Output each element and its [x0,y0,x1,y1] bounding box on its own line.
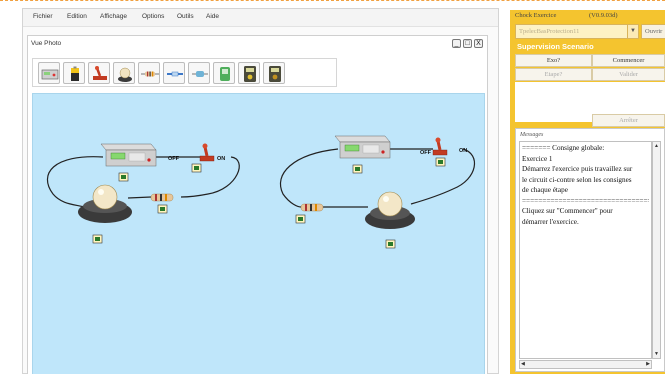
messages-horizontal-scrollbar[interactable]: ◀ ▶ [519,360,652,369]
message-line: ================================ [522,196,649,205]
maximize-button[interactable]: □ [463,39,472,48]
messages-legend: Messages [520,132,544,138]
menu-edition[interactable]: Edition [67,13,87,20]
main-window: Fichier Edition Affichage Options Outils… [22,8,499,374]
component-toolbar [32,58,337,87]
photo-view-panel: Vue Photo _ □ X OFF ON OFF ON [27,35,488,374]
panel-app-title: Chock Exercice [515,12,557,19]
lamp-tool-icon[interactable] [113,62,135,84]
messages-group: Messages ======= Consigne globale: Exerc… [515,128,665,372]
valider-button[interactable]: Valider [592,68,665,81]
panel-version: (V0.9.03d) [589,12,618,19]
photo-view-title: Vue Photo [31,40,62,47]
wire-tool-icon[interactable] [163,62,185,84]
exercise-select[interactable]: TpelecBasProtection11 ▼ [515,24,639,39]
scroll-down-arrow-icon[interactable]: ▼ [653,350,660,358]
top-dashed-border [0,0,665,3]
open-button[interactable]: Ouvrir [641,24,665,39]
minimize-button[interactable]: _ [452,39,461,48]
close-button[interactable]: X [474,39,483,48]
component-tool-icon[interactable] [213,62,235,84]
commencer-button[interactable]: Commencer [592,54,665,67]
voltmeter-tool-icon[interactable] [238,62,260,84]
ammeter-tool-icon[interactable] [263,62,285,84]
circuit1-wire-bottom [127,196,152,199]
scroll-right-arrow-icon[interactable]: ▶ [646,361,650,368]
circuit2-wire-right [410,148,476,205]
arreter-button[interactable]: Arrêter [592,114,665,127]
switch-tool-icon[interactable] [88,62,110,84]
circuit-drawing: OFF ON OFF ON [46,135,476,249]
exercise-select-value: TpelecBasProtection11 [519,28,580,35]
message-line: Démarrez l'exercice puis travaillez sur [522,165,633,173]
generator-1 [100,143,157,167]
circuit1-wire-right [180,156,240,198]
panel-title-row: Chock Exercice (V0.9.03d) [510,10,665,22]
message-line: le circuit ci-contre selon les consignes [522,175,632,184]
message-line: Cliquez sur "Commencer" pour [522,207,613,215]
menu-aide[interactable]: Aide [206,13,219,20]
switch-2-on-label: ON [459,148,467,154]
resistor-1 [150,193,174,202]
menu-bar: Fichier Edition Affichage Options Outils… [23,9,498,27]
switch-1-on-label: ON [217,156,225,162]
switch-2-off-label: OFF [420,150,432,156]
menu-affichage[interactable]: Affichage [100,13,127,20]
etape-button[interactable]: Etape? [515,68,592,81]
menu-fichier[interactable]: Fichier [33,13,53,20]
exo-button[interactable]: Exo? [515,54,592,67]
switch-2: OFF ON [420,137,467,156]
resistor-tool-icon[interactable] [138,62,160,84]
menu-outils[interactable]: Outils [177,13,194,20]
scroll-left-arrow-icon[interactable]: ◀ [521,361,525,368]
circuit-canvas[interactable]: OFF ON OFF ON [32,93,485,374]
message-line: Exercice 1 [522,154,553,163]
generator-tool-icon[interactable] [38,62,60,84]
generator-2 [334,135,391,159]
supervision-header: Supervision Scenario [517,42,594,51]
exercise-panel: Chock Exercice (V0.9.03d) TpelecBasProte… [510,10,665,374]
switch-1: OFF ON [168,143,225,162]
messages-textarea[interactable]: ======= Consigne globale: Exercice 1 Dém… [519,141,652,359]
message-line: ======= Consigne globale: [522,144,605,152]
diode-tool-icon[interactable] [188,62,210,84]
switch-1-off-label: OFF [168,156,180,162]
circuit2-wire-left [279,148,339,208]
message-line: démarrer l'exercice. [522,217,579,226]
chevron-down-icon[interactable]: ▼ [627,25,638,38]
message-line: de chaque étape [522,186,568,194]
resistor-2 [300,203,324,212]
scroll-up-arrow-icon[interactable]: ▲ [653,142,660,150]
menu-options[interactable]: Options [142,13,164,20]
battery-tool-icon[interactable] [63,62,85,84]
lamp-1 [78,184,132,223]
messages-vertical-scrollbar[interactable]: ▲ ▼ [652,141,661,359]
lamp-2 [365,191,415,229]
